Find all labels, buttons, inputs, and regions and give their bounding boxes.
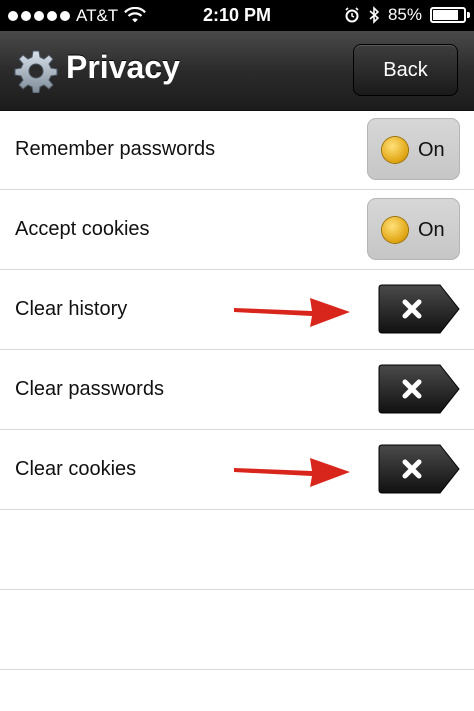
accept-cookies-toggle[interactable]: On bbox=[367, 198, 460, 260]
row-accept-cookies: Accept cookies On bbox=[0, 190, 474, 270]
red-arrow-icon bbox=[234, 458, 350, 487]
status-bar: AT&T 2:10 PM 85% bbox=[0, 0, 474, 31]
row-clear-history: Clear history bbox=[0, 270, 474, 350]
red-arrow-icon bbox=[234, 298, 350, 327]
clear-cookies-button[interactable] bbox=[378, 444, 460, 494]
empty-row bbox=[0, 590, 474, 670]
gear-icon bbox=[14, 50, 58, 93]
privacy-settings-list: Remember passwords On Accept cookies On … bbox=[0, 110, 474, 670]
clear-passwords-button[interactable] bbox=[378, 364, 460, 414]
row-clear-passwords: Clear passwords bbox=[0, 350, 474, 430]
clear-history-button[interactable] bbox=[378, 284, 460, 334]
row-remember-passwords: Remember passwords On bbox=[0, 110, 474, 190]
battery-level bbox=[433, 10, 459, 20]
status-right: 85% bbox=[344, 5, 470, 25]
row-label: Accept cookies bbox=[15, 218, 150, 240]
row-clear-cookies: Clear cookies bbox=[0, 430, 474, 510]
remember-passwords-toggle[interactable]: On bbox=[367, 118, 460, 180]
battery-percent: 85% bbox=[387, 5, 422, 24]
row-label: Clear passwords bbox=[15, 378, 164, 400]
toggle-on-indicator-icon bbox=[382, 217, 408, 243]
back-button[interactable]: Back bbox=[353, 44, 458, 96]
empty-row bbox=[0, 510, 474, 590]
row-label: Remember passwords bbox=[15, 138, 216, 160]
toggle-state: On bbox=[418, 219, 445, 241]
navigation-bar: Privacy Back bbox=[0, 31, 474, 111]
toggle-state: On bbox=[418, 139, 445, 161]
toggle-on-indicator-icon bbox=[382, 137, 408, 163]
bluetooth-icon bbox=[369, 6, 380, 24]
row-label: Clear cookies bbox=[15, 458, 137, 480]
row-label: Clear history bbox=[15, 298, 128, 320]
page-title: Privacy bbox=[66, 49, 180, 85]
alarm-icon bbox=[345, 7, 359, 23]
battery-icon bbox=[430, 7, 470, 23]
